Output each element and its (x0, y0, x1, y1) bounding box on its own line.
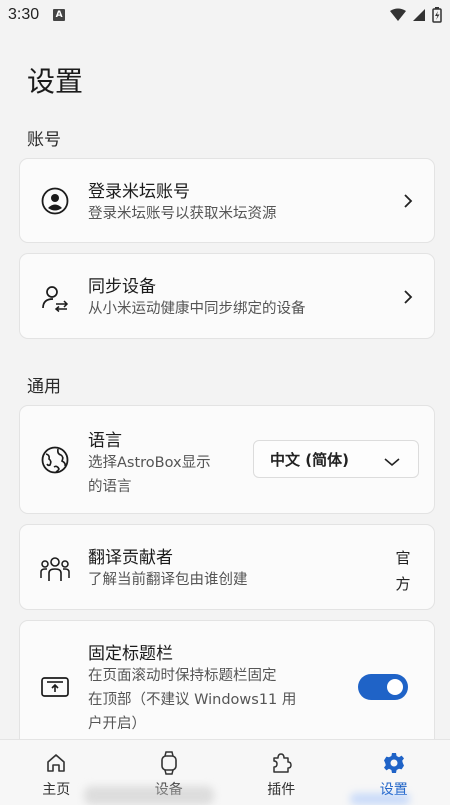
blurred-overlay (84, 786, 214, 805)
sync-devices-title: 同步设备 (88, 277, 156, 297)
translators-description: 了解当前翻译包由谁创建 (88, 572, 248, 588)
user-sync-icon (39, 282, 71, 314)
status-bar: 3:30 A (0, 0, 450, 30)
nav-label-home: 主页 (42, 782, 71, 798)
gear-icon (383, 752, 405, 774)
fixed-titlebar-toggle[interactable] (358, 674, 408, 700)
section-label-account: 账号 (27, 130, 61, 150)
section-label-general: 通用 (27, 377, 61, 397)
fixed-titlebar-description-line3: 户开启） (88, 716, 146, 732)
language-card: 语言 选择AstroBox显示 的语言 中文 (简体) (19, 405, 435, 514)
chevron-down-icon (384, 453, 400, 471)
nav-label-plugins: 插件 (267, 782, 296, 798)
fixed-titlebar-description-line2: 在顶部（不建议 Windows11 用 (88, 692, 297, 708)
chevron-right-icon (400, 289, 416, 305)
fixed-titlebar-title: 固定标题栏 (88, 644, 173, 664)
fixed-titlebar-card: 固定标题栏 在页面滚动时保持标题栏固定 在顶部（不建议 Windows11 用 … (19, 620, 435, 750)
language-selected-value: 中文 (简体) (270, 450, 349, 469)
login-title: 登录米坛账号 (88, 182, 190, 202)
user-circle-icon (39, 185, 71, 217)
watch-icon (158, 751, 180, 775)
language-description-line1: 选择AstroBox显示 (88, 455, 211, 471)
globe-icon (39, 444, 71, 476)
blurred-overlay (350, 793, 410, 805)
translators-value-line1: 官 (395, 549, 411, 567)
titlebar-icon (39, 671, 71, 703)
battery-icon (432, 7, 442, 23)
language-description-line2: 的语言 (88, 479, 132, 495)
people-group-icon (39, 553, 71, 585)
language-select[interactable]: 中文 (简体) (253, 440, 419, 478)
login-card[interactable]: 登录米坛账号 登录米坛账号以获取米坛资源 (19, 158, 435, 243)
notification-icon: A (53, 9, 66, 21)
fixed-titlebar-description-line1: 在页面滚动时保持标题栏固定 (88, 668, 277, 684)
language-title: 语言 (88, 431, 122, 451)
translators-card[interactable]: 翻译贡献者 了解当前翻译包由谁创建 官 方 (19, 524, 435, 610)
page-title: 设置 (27, 65, 84, 98)
status-indicators (390, 7, 442, 23)
translators-value: 官 方 (394, 545, 412, 597)
translators-value-line2: 方 (395, 575, 411, 593)
nav-item-plugins[interactable]: 插件 (225, 740, 338, 805)
puzzle-icon (270, 752, 292, 774)
status-time: 3:30 (8, 6, 40, 23)
toggle-knob (387, 679, 403, 695)
home-icon (45, 752, 67, 774)
signal-icon (413, 9, 425, 21)
login-description: 登录米坛账号以获取米坛资源 (88, 206, 277, 222)
translators-title: 翻译贡献者 (88, 548, 173, 568)
chevron-right-icon (400, 193, 416, 209)
wifi-icon (390, 8, 406, 21)
sync-devices-description: 从小米运动健康中同步绑定的设备 (88, 301, 306, 317)
sync-devices-card[interactable]: 同步设备 从小米运动健康中同步绑定的设备 (19, 253, 435, 339)
